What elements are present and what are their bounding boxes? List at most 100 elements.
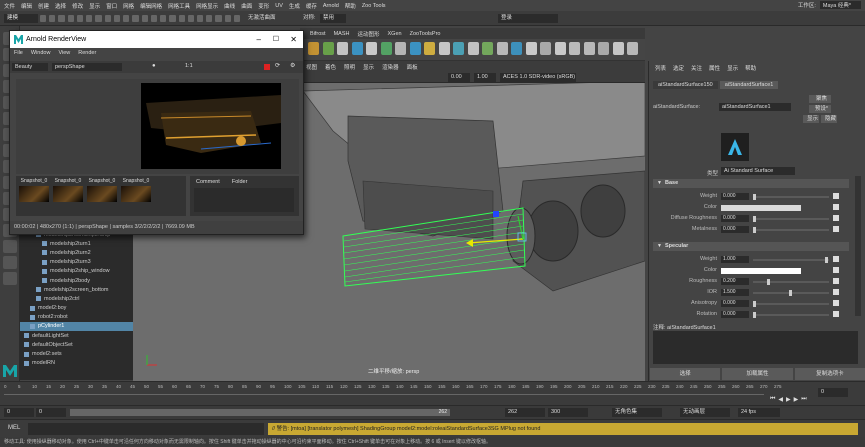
- status-tool-icon[interactable]: [141, 15, 148, 22]
- shelf-tool-icon[interactable]: [583, 42, 595, 55]
- shelf-tab-2[interactable]: 运动图形: [357, 30, 379, 38]
- outliner-item[interactable]: pCylinder1: [20, 321, 133, 332]
- shelf-tab-4[interactable]: ZooToolsPro: [410, 31, 441, 37]
- hide-button[interactable]: 隐藏: [821, 115, 837, 123]
- status-tool-icon[interactable]: [160, 15, 167, 22]
- attr-slider[interactable]: [753, 303, 829, 305]
- outliner-item[interactable]: modelship2ship_window: [20, 267, 133, 276]
- map-button-icon[interactable]: [833, 215, 839, 221]
- attr-value-field[interactable]: 0.000: [721, 311, 749, 318]
- ae-menu-5[interactable]: 帮助: [745, 64, 756, 72]
- status-tool-icon[interactable]: [49, 15, 56, 22]
- attr-slider[interactable]: [753, 314, 829, 316]
- maximize-icon[interactable]: ☐: [273, 31, 279, 48]
- menu-item-13[interactable]: 变形: [258, 2, 269, 10]
- shelf-tool-icon[interactable]: [322, 42, 334, 55]
- attr-slider[interactable]: [753, 218, 829, 220]
- shelf-tool-icon[interactable]: [438, 42, 450, 55]
- menu-item-2[interactable]: 创建: [38, 2, 49, 10]
- shelf-tool-icon[interactable]: [511, 42, 522, 55]
- rv-menu-1[interactable]: Window: [31, 50, 51, 56]
- rv-tab-0[interactable]: Comment: [196, 179, 220, 185]
- section-specular[interactable]: Specular: [653, 242, 849, 251]
- status-tool-icon[interactable]: [215, 15, 222, 22]
- rv-menu-2[interactable]: View: [58, 50, 70, 56]
- renderview-titlebar[interactable]: Arnold RenderView – ☐ ✕: [10, 31, 303, 48]
- status-tool-icon[interactable]: [104, 15, 111, 22]
- status-tool-icon[interactable]: [178, 15, 185, 22]
- attr-slider[interactable]: [753, 281, 829, 283]
- ae-button-2[interactable]: 复制选项卡: [794, 368, 865, 380]
- menu-item-9[interactable]: 网格工具: [168, 2, 190, 10]
- end-frame-field[interactable]: 300: [548, 408, 588, 417]
- minimize-icon[interactable]: –: [257, 31, 261, 48]
- viewport-menu-1[interactable]: 着色: [325, 63, 336, 71]
- play-icon[interactable]: ▶: [786, 396, 791, 403]
- attr-slider[interactable]: [753, 196, 829, 198]
- shelf-tool-icon[interactable]: [380, 42, 392, 55]
- outliner-item[interactable]: robot2:robot: [20, 313, 133, 322]
- start-frame-field[interactable]: 0: [4, 408, 34, 417]
- shelf-tool-icon[interactable]: [308, 42, 319, 55]
- current-frame-field[interactable]: 0: [818, 388, 848, 397]
- status-tool-icon[interactable]: [58, 15, 65, 22]
- workspace-selector[interactable]: 工作区: Maya 经典*: [798, 1, 861, 9]
- rv-menu-0[interactable]: File: [14, 50, 23, 56]
- status-tool-icon[interactable]: [113, 15, 121, 22]
- refresh-icon[interactable]: ⟳: [275, 62, 280, 69]
- close-icon[interactable]: ✕: [290, 31, 297, 48]
- time-slider[interactable]: 0 5 10 15 20 25 30 35 40 45 50 55 60 65 70 75 80 85 90 95 10…: [0, 381, 865, 405]
- focus-button[interactable]: 聚焦: [809, 95, 831, 103]
- step-back-icon[interactable]: ◀: [778, 396, 783, 403]
- viewport-menu-2[interactable]: 照明: [344, 63, 355, 71]
- menu-item-11[interactable]: 曲线: [224, 2, 235, 10]
- shelf-tool-icon[interactable]: [467, 42, 479, 55]
- gamma-field[interactable]: 0.00: [448, 73, 470, 82]
- slider-handle[interactable]: [767, 279, 771, 285]
- shelf-tool-icon[interactable]: [525, 42, 537, 55]
- status-tool-icon[interactable]: [123, 15, 130, 22]
- ae-button-0[interactable]: 选择: [650, 368, 721, 380]
- shelf-tab-0[interactable]: Bifrost: [310, 31, 326, 37]
- slider-handle[interactable]: [789, 290, 792, 296]
- menu-item-14[interactable]: UV: [275, 3, 283, 9]
- status-tool-icon[interactable]: [40, 15, 47, 22]
- menu-item-10[interactable]: 网格显示: [196, 2, 218, 10]
- type-dropdown[interactable]: Ai Standard Surface: [721, 167, 795, 175]
- attr-value-field[interactable]: 1.500: [721, 289, 749, 296]
- slider-handle[interactable]: [753, 227, 756, 233]
- map-button-icon[interactable]: [833, 289, 839, 295]
- slider-handle[interactable]: [753, 194, 756, 200]
- map-button-icon[interactable]: [833, 278, 839, 284]
- status-tool-icon[interactable]: [95, 15, 102, 22]
- shelf-tool-icon[interactable]: [627, 42, 638, 55]
- status-tool-icon[interactable]: [196, 15, 204, 22]
- go-end-icon[interactable]: ⏭: [801, 396, 806, 403]
- shelf-tool-icon[interactable]: [453, 42, 464, 55]
- attr-value-field[interactable]: 0.200: [721, 278, 749, 285]
- map-button-icon[interactable]: [833, 193, 839, 199]
- color-management-dropdown[interactable]: ACES 1.0 SDR-video (sRGB): [500, 73, 576, 82]
- menu-item-18[interactable]: 帮助: [345, 2, 356, 10]
- menu-item-5[interactable]: 显示: [89, 2, 100, 10]
- snapshot-thumb[interactable]: Snapshot_0: [18, 178, 50, 214]
- stop-render-icon[interactable]: [264, 64, 270, 70]
- snapshot-thumb[interactable]: Snapshot_0: [52, 178, 84, 214]
- snapshot-thumb[interactable]: Snapshot_0: [120, 178, 152, 214]
- collapse-arrow-icon[interactable]: ▼: [657, 180, 662, 186]
- outliner-item[interactable]: defaultLightSet: [20, 331, 133, 340]
- outliner-item[interactable]: modelship2screen_bottom: [20, 285, 133, 294]
- outliner-item[interactable]: modelship2ctrl: [20, 294, 133, 303]
- step-forward-icon[interactable]: ▶: [794, 396, 799, 403]
- render-area[interactable]: [16, 79, 299, 174]
- shelf-tool-icon[interactable]: [598, 42, 609, 55]
- attr-value-field[interactable]: 0.000: [721, 300, 749, 307]
- attr-value-field[interactable]: 0.000: [721, 226, 749, 233]
- menu-item-15[interactable]: 生成: [289, 2, 300, 10]
- section-base[interactable]: Base: [653, 179, 849, 188]
- rv-tab-1[interactable]: Folder: [232, 179, 248, 185]
- settings-icon[interactable]: ⚙: [290, 62, 295, 69]
- ae-menu-3[interactable]: 属性: [709, 64, 720, 72]
- shelf-tool-icon[interactable]: [540, 42, 551, 55]
- map-button-icon[interactable]: [833, 204, 839, 210]
